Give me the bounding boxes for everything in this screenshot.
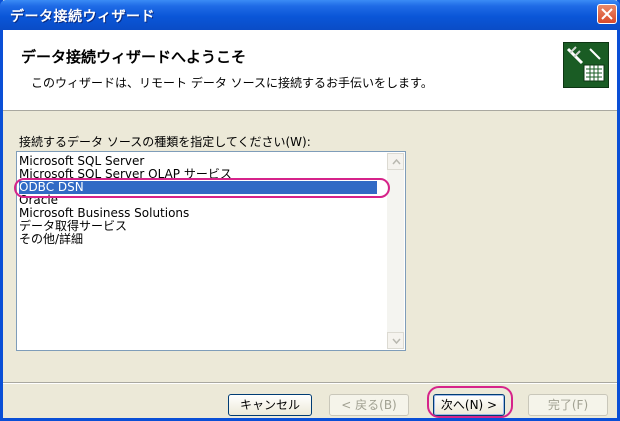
data-connection-icon xyxy=(563,42,609,88)
wizard-header: データ接続ウィザードへようこそ このウィザードは、リモート データ ソースに接続… xyxy=(3,30,617,111)
footer-divider-highlight xyxy=(3,383,617,384)
page-title: データ接続ウィザードへようこそ xyxy=(21,48,247,66)
close-icon xyxy=(601,8,613,20)
next-highlight-annotation xyxy=(427,386,513,418)
scroll-down-button[interactable] xyxy=(387,332,404,349)
list-scrollbar[interactable] xyxy=(387,153,404,349)
cancel-button[interactable]: キャンセル xyxy=(228,394,312,416)
scroll-up-button[interactable] xyxy=(387,153,404,170)
back-button[interactable]: < 戻る(B) xyxy=(329,394,409,416)
window-title: データ接続ウィザード xyxy=(10,9,155,25)
title-bar: データ接続ウィザード xyxy=(0,0,620,30)
finish-button[interactable]: 完了(F) xyxy=(528,394,608,416)
page-subtitle: このウィザードは、リモート データ ソースに接続するお手伝いをします。 xyxy=(31,76,433,90)
data-source-label: 接続するデータ ソースの種類を指定してください(W): xyxy=(19,135,311,149)
chevron-up-icon xyxy=(392,159,401,165)
list-item[interactable]: その他/詳細 xyxy=(19,233,83,246)
odbc-highlight-annotation xyxy=(14,178,390,198)
close-button[interactable] xyxy=(597,4,617,24)
chevron-down-icon xyxy=(392,338,401,344)
wizard-window: データ接続ウィザード データ接続ウィザードへようこそ このウィザードは、リモート… xyxy=(0,0,620,421)
